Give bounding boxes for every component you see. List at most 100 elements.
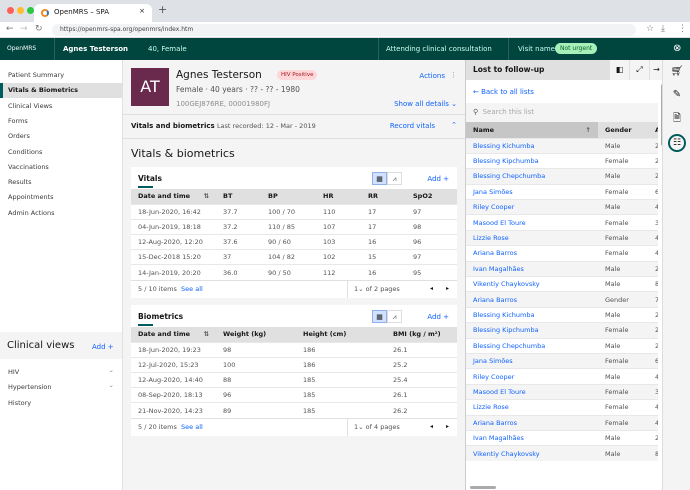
add-clinical-view-button[interactable]: Add + xyxy=(92,343,114,351)
column-header[interactable]: SpO2 xyxy=(406,189,457,204)
maximize-window-button[interactable] xyxy=(27,7,34,14)
table-row[interactable]: Jana SimõesFemale63 xyxy=(466,352,658,369)
sidebar-item[interactable]: Forms xyxy=(0,114,122,129)
close-window-button[interactable] xyxy=(7,7,14,14)
next-page-button[interactable]: ▸ xyxy=(446,423,449,430)
download-icon[interactable]: ⤓ xyxy=(661,24,665,34)
column-header[interactable]: Name ↑ xyxy=(466,122,598,138)
table-row[interactable]: Lizzie RoseFemale44 xyxy=(466,399,658,416)
sort-icon[interactable]: ⇅ xyxy=(204,330,209,338)
see-all-link[interactable]: See all xyxy=(181,285,203,293)
prev-page-button[interactable]: ◂ xyxy=(430,423,433,430)
table-row[interactable]: Blessing KipchumbaFemale22 xyxy=(466,322,658,339)
table-row[interactable]: Ivan MagalhãesMale22 xyxy=(466,260,658,277)
patient-name-link[interactable]: Masood El Toure xyxy=(466,214,598,231)
column-header[interactable]: Weight (kg) xyxy=(216,327,296,342)
patient-name-link[interactable]: Riley Cooper xyxy=(466,199,598,215)
back-to-lists-link[interactable]: ← Back to all lists xyxy=(473,88,534,96)
patient-name-link[interactable]: Ariana Barros xyxy=(466,291,598,308)
see-all-link[interactable]: See all xyxy=(181,423,203,431)
minimize-window-button[interactable] xyxy=(17,7,24,14)
browser-tab[interactable]: OpenMRS – SPA × xyxy=(34,4,152,22)
table-row[interactable]: Blessing ChepchumbaMale28 xyxy=(466,168,658,185)
patient-name-link[interactable]: Blessing Kipchumba xyxy=(466,152,598,169)
sidebar-item[interactable]: Vaccinations xyxy=(0,160,122,175)
search-list-input[interactable]: ⚲ Search this list xyxy=(466,103,658,122)
table-row[interactable]: Riley CooperMale47 xyxy=(466,368,658,385)
sidebar-item[interactable]: Conditions xyxy=(0,145,122,160)
sidebar-item[interactable]: Appointments xyxy=(0,190,122,205)
patient-name-link[interactable]: Ivan Magalhães xyxy=(466,260,598,277)
patient-name-link[interactable]: Vikentiy Chaykovsky xyxy=(466,445,598,462)
table-row[interactable]: Ariana BarrosFemale42 xyxy=(466,414,658,431)
close-tab-icon[interactable]: × xyxy=(139,7,145,15)
patient-name-link[interactable]: Jana Simões xyxy=(466,352,598,369)
close-patient-icon[interactable]: ⊗ xyxy=(673,43,681,54)
sidebar-item[interactable]: Admin Actions xyxy=(0,206,122,221)
collapse-icon[interactable]: ⌃ xyxy=(451,121,457,129)
url-input[interactable]: https://openmrs-spa.org/openmrs/index.ht… xyxy=(52,24,636,36)
patient-name-link[interactable]: Ivan Magalhães xyxy=(466,429,598,446)
patient-name-link[interactable]: Blessing Chepchumba xyxy=(466,337,598,354)
table-row[interactable]: Blessing ChepchumbaMale28 xyxy=(466,337,658,354)
cart-icon[interactable]: 🛒︎ xyxy=(670,65,684,79)
column-header[interactable]: HR xyxy=(316,189,361,204)
patient-name-link[interactable]: Jana Simões xyxy=(466,183,598,200)
page-select[interactable]: 1⌄ of 2 pages xyxy=(347,281,417,298)
column-header[interactable]: Date and time ⇅ xyxy=(131,327,216,342)
column-header[interactable]: BP xyxy=(261,189,316,204)
patient-name-link[interactable]: Lizzie Rose xyxy=(466,229,598,246)
table-row[interactable]: Masood El ToureFemale32 xyxy=(466,383,658,400)
table-row[interactable]: Lizzie RoseFemale44 xyxy=(466,229,658,246)
table-row[interactable]: Blessing KipchumbaFemale22 xyxy=(466,152,658,169)
column-header[interactable]: RR xyxy=(361,189,406,204)
table-row[interactable]: Blessing KichumbaMale21 xyxy=(466,306,658,323)
sidebar-item[interactable]: Orders xyxy=(0,129,122,144)
document-icon[interactable]: 🗎 xyxy=(670,112,684,126)
patient-name-link[interactable]: Masood El Toure xyxy=(466,383,598,400)
chart-view-toggle[interactable]: ⩘ xyxy=(387,172,402,185)
patient-name-link[interactable]: Ariana Barros xyxy=(466,245,598,262)
column-header[interactable]: BMI (kg / m²) xyxy=(386,327,457,342)
clinical-view-item[interactable]: History xyxy=(0,396,122,411)
table-row[interactable]: Masood El ToureFemale32 xyxy=(466,214,658,231)
patient-name-link[interactable]: Ariana Barros xyxy=(466,414,598,431)
add-biometrics-button[interactable]: Add + xyxy=(427,313,449,321)
patient-name-link[interactable]: Riley Cooper xyxy=(466,368,598,385)
table-row[interactable]: Blessing KichumbaMale21 xyxy=(466,137,658,154)
maximize-icon[interactable]: ⤢ xyxy=(629,60,649,80)
sidebar-item[interactable]: Results xyxy=(0,175,122,190)
sidebar-item[interactable]: Patient Summary xyxy=(0,68,122,83)
table-row[interactable]: Riley CooperMale47 xyxy=(466,199,658,215)
close-panel-icon[interactable]: → xyxy=(649,60,663,80)
column-header[interactable]: BT xyxy=(216,189,261,204)
table-row[interactable]: Jana SimõesFemale63 xyxy=(466,183,658,200)
next-page-button[interactable]: ▸ xyxy=(446,285,449,292)
table-row[interactable]: Ivan MagalhãesMale22 xyxy=(466,429,658,446)
table-row[interactable]: Ariana BarrosFemale42 xyxy=(466,245,658,262)
forward-icon[interactable]: → xyxy=(20,24,28,34)
column-header[interactable]: Gender xyxy=(598,122,648,138)
patient-name-link[interactable]: Blessing Kichumba xyxy=(466,306,598,323)
prev-page-button[interactable]: ◂ xyxy=(430,285,433,292)
patient-name-link[interactable]: Blessing Kipchumba xyxy=(466,322,598,339)
pen-icon[interactable]: ✎ xyxy=(670,88,684,102)
new-tab-button[interactable]: + xyxy=(158,3,167,16)
bookmark-icon[interactable]: ☆ xyxy=(646,24,654,34)
table-row[interactable]: Vikentiy ChaykovskyMale85 xyxy=(466,445,658,462)
menu-icon[interactable]: ⋮ xyxy=(678,24,687,34)
add-vitals-button[interactable]: Add + xyxy=(427,175,449,183)
patient-name-link[interactable]: Lizzie Rose xyxy=(466,399,598,416)
page-select[interactable]: 1⌄ of 4 pages xyxy=(347,419,417,436)
patient-name-link[interactable]: Blessing Kichumba xyxy=(466,137,598,154)
horizontal-scrollbar[interactable] xyxy=(470,486,496,489)
sort-icon[interactable]: ⇅ xyxy=(204,192,209,200)
column-header[interactable]: Height (cm) xyxy=(296,327,386,342)
actions-button[interactable]: Actions xyxy=(419,72,445,80)
reload-icon[interactable]: ↻ xyxy=(35,24,43,34)
show-all-details-button[interactable]: Show all details ⌄ xyxy=(394,100,457,108)
table-view-toggle[interactable]: ▦ xyxy=(372,172,387,185)
table-row[interactable]: Vikentiy ChaykovskyMale85 xyxy=(466,276,658,292)
overflow-menu-icon[interactable]: ⋮ xyxy=(450,71,457,79)
list-icon[interactable]: ☷ xyxy=(668,134,686,152)
